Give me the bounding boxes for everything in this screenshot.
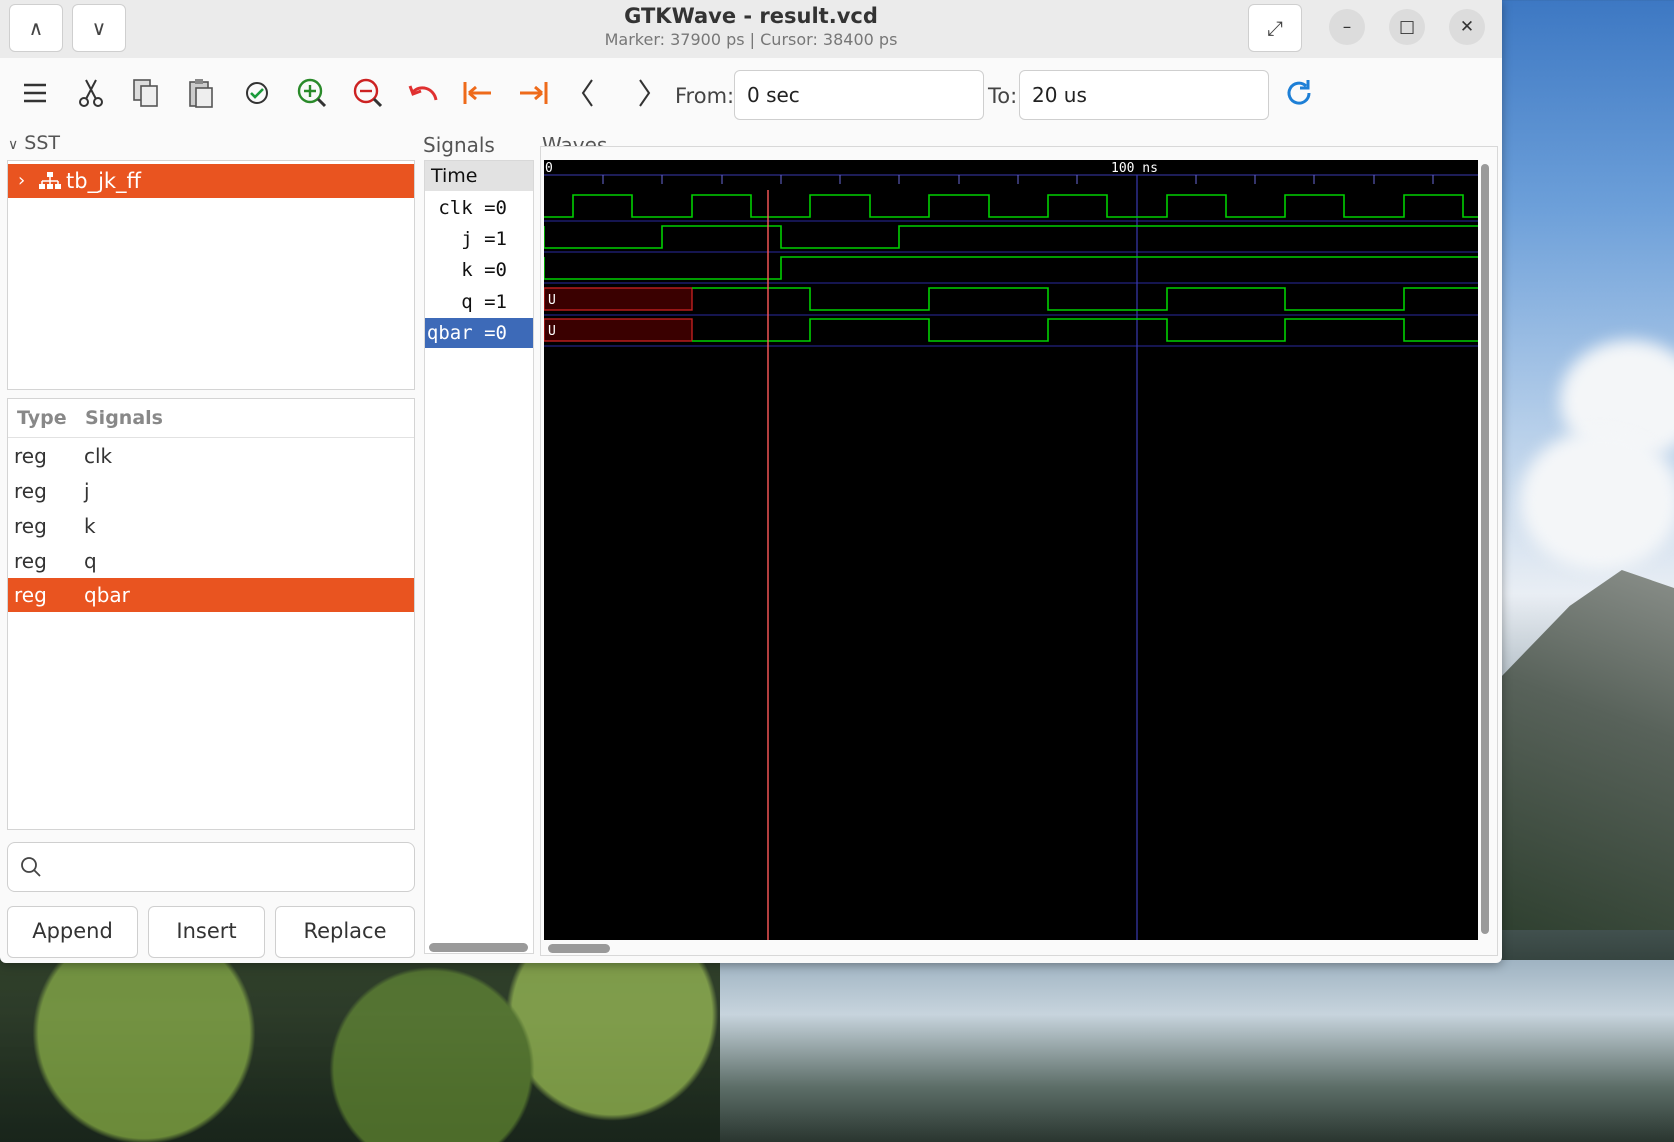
waves-vscrollbar[interactable] [1481,164,1489,934]
signal-name: j [84,479,90,503]
minimize-button[interactable]: – [1329,9,1365,45]
zoom-to-end-button[interactable] [514,74,552,112]
signal-name: q [84,549,97,573]
signal-qbar[interactable]: qbar =0 [425,318,533,348]
tick-label-0: 0 [545,161,553,176]
tree-item-label: tb_jk_ff [66,169,142,193]
signals-column-header[interactable]: Signals [85,407,163,429]
undo-zoom-icon [408,85,438,101]
from-label: From: [675,84,735,108]
menu-icon [24,83,46,103]
waveform-background [544,160,1478,940]
signal-name: clk [84,444,113,468]
close-button[interactable]: ✕ [1449,9,1485,45]
hierarchy-icon [39,172,61,189]
copy-button[interactable] [127,74,165,112]
cloud [1520,430,1674,570]
mountain [1500,570,1674,930]
signal-row-q[interactable]: reg q [8,544,414,578]
zoom-out-icon [353,78,383,108]
search-icon [21,857,41,877]
expand-icon: ⤢ [1267,16,1283,40]
zoom-in-icon [297,78,327,108]
signal-list-header: Type Signals [8,399,414,438]
signal-row-clk[interactable]: reg clk [8,439,414,473]
signals-pane-label: Signals [423,133,495,157]
signal-row-k[interactable]: reg k [8,509,414,543]
wave-q-undefined [544,287,693,311]
cut-button[interactable] [72,74,110,112]
signal-row-qbar[interactable]: reg qbar [8,578,414,612]
tick-label-100ns: 100 ns [1111,161,1158,176]
chevron-down-icon: ∨ [8,137,19,153]
signal-type: reg [14,479,47,503]
append-button[interactable]: Append [7,906,138,958]
signal-type: reg [14,444,47,468]
signal-list: Type Signals reg clk reg j reg k reg q r… [7,398,415,830]
waveform-canvas[interactable]: 0 100 ns U U [544,160,1478,940]
paste-icon [189,79,213,108]
reload-icon [1287,80,1311,105]
sst-header[interactable]: ∨ SST [8,132,60,154]
zoom-in-button[interactable] [293,74,331,112]
reload-button[interactable] [1280,74,1318,112]
sst-label: SST [24,132,61,154]
trees [0,960,720,1142]
type-column-header[interactable]: Type [17,407,67,429]
paste-button[interactable] [182,74,220,112]
zoom-to-end-icon [520,82,548,104]
signal-type: reg [14,583,47,607]
signal-type: reg [14,514,47,538]
toolbar: From: 0 sec To: 20 us [0,58,1502,134]
to-label: To: [988,84,1018,108]
insert-button[interactable]: Insert [148,906,265,958]
next-edge-button[interactable] [625,74,663,112]
next-edge-icon [639,79,651,107]
signal-search-field[interactable] [7,842,415,892]
wave-q-undefined-label: U [548,293,556,308]
signals-pane: Time clk =0 j =1 k =0 q =1 qbar =0 [424,160,534,954]
copy-icon [133,79,158,107]
chevron-right-icon[interactable]: › [18,164,25,198]
maximize-icon: □ [1398,17,1416,37]
previous-edge-icon [581,79,593,107]
select-all-button[interactable] [238,74,276,112]
signal-type: reg [14,549,47,573]
title-bar: ∧ ∨ GTKWave - result.vcd Marker: 37900 p… [0,0,1502,59]
maximize-button[interactable]: □ [1389,9,1425,45]
signal-j[interactable]: j =1 [425,224,533,254]
sst-tree: › tb_jk_ff [7,160,415,390]
zoom-to-start-button[interactable] [459,74,497,112]
wave-qbar-undefined [544,318,693,342]
signal-name: qbar [84,583,130,607]
tree-item-tb-jk-ff[interactable]: › tb_jk_ff [8,164,414,198]
replace-button[interactable]: Replace [275,906,415,958]
signal-k[interactable]: k =0 [425,255,533,285]
undo-zoom-button[interactable] [404,74,442,112]
wave-qbar-undefined-label: U [548,324,556,339]
minimize-icon: – [1342,17,1352,37]
signal-row-j[interactable]: reg j [8,474,414,508]
to-input[interactable]: 20 us [1019,70,1269,120]
signals-hscrollbar[interactable] [429,943,528,952]
select-all-icon [246,82,268,104]
close-icon: ✕ [1459,17,1475,37]
from-input[interactable]: 0 sec [734,70,984,120]
waves-hscrollbar[interactable] [548,944,610,953]
gtkwave-window: ∧ ∨ GTKWave - result.vcd Marker: 37900 p… [0,0,1502,963]
signal-name: k [84,514,96,538]
cut-icon [79,79,103,107]
menu-button[interactable] [16,74,54,112]
time-row[interactable]: Time [425,161,533,191]
signal-q[interactable]: q =1 [425,287,533,317]
zoom-to-start-icon [463,82,491,104]
fullscreen-button[interactable]: ⤢ [1248,4,1302,52]
zoom-out-button[interactable] [349,74,387,112]
previous-edge-button[interactable] [569,74,607,112]
signal-clk[interactable]: clk =0 [425,193,533,223]
